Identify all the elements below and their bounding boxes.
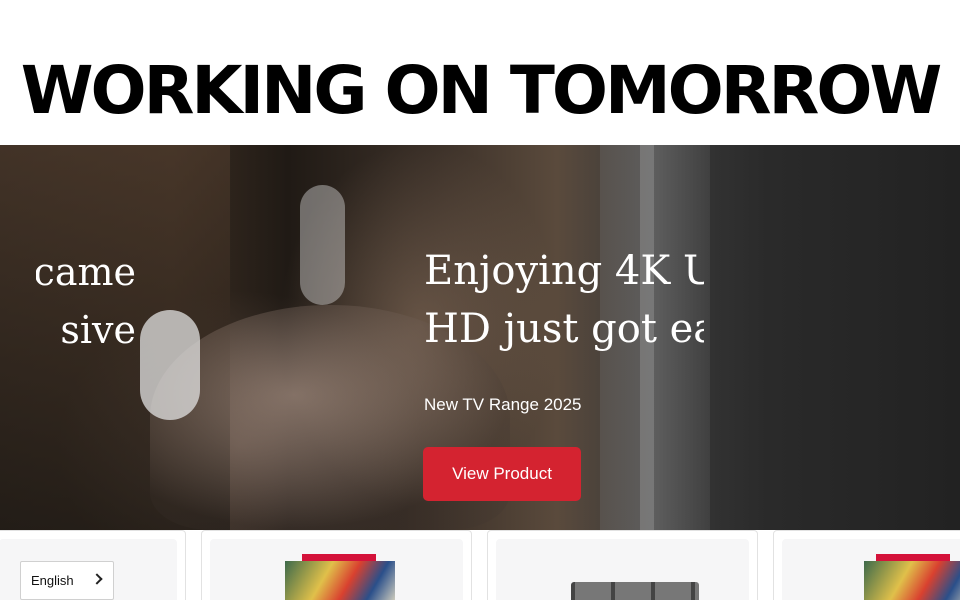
product-card[interactable]	[773, 530, 960, 600]
gas-hob-product-image	[571, 582, 699, 600]
current-slide-title: Enjoying 4K U HD just got ea	[424, 248, 704, 363]
product-card[interactable]	[201, 530, 472, 600]
product-cards	[0, 530, 960, 600]
tv-product-image	[864, 561, 960, 600]
product-card-image-area	[496, 539, 749, 600]
slide-title-line-1: Enjoying 4K U	[424, 248, 704, 294]
view-product-button[interactable]: View Product	[423, 447, 581, 501]
previous-slide-line-2: sive	[60, 308, 136, 352]
tv-product-image	[285, 561, 395, 600]
language-label: English	[31, 573, 74, 588]
headphones-image	[140, 310, 200, 420]
headline-band: WORKING ON TOMORROW	[0, 0, 960, 145]
previous-slide-line-1: ecame	[36, 250, 136, 294]
page-headline: WORKING ON TOMORROW	[20, 52, 943, 129]
product-card[interactable]	[487, 530, 758, 600]
previous-slide-title: ecame sive	[36, 248, 146, 358]
slide-subtitle: New TV Range 2025	[424, 395, 582, 414]
slide-title-line-2: HD just got ea	[424, 306, 704, 352]
language-selector[interactable]: English	[20, 561, 114, 600]
product-card-image-area	[210, 539, 463, 600]
product-card-image-area	[782, 539, 960, 600]
chevron-right-icon	[91, 573, 103, 585]
headphones-reflection-image	[300, 185, 345, 305]
